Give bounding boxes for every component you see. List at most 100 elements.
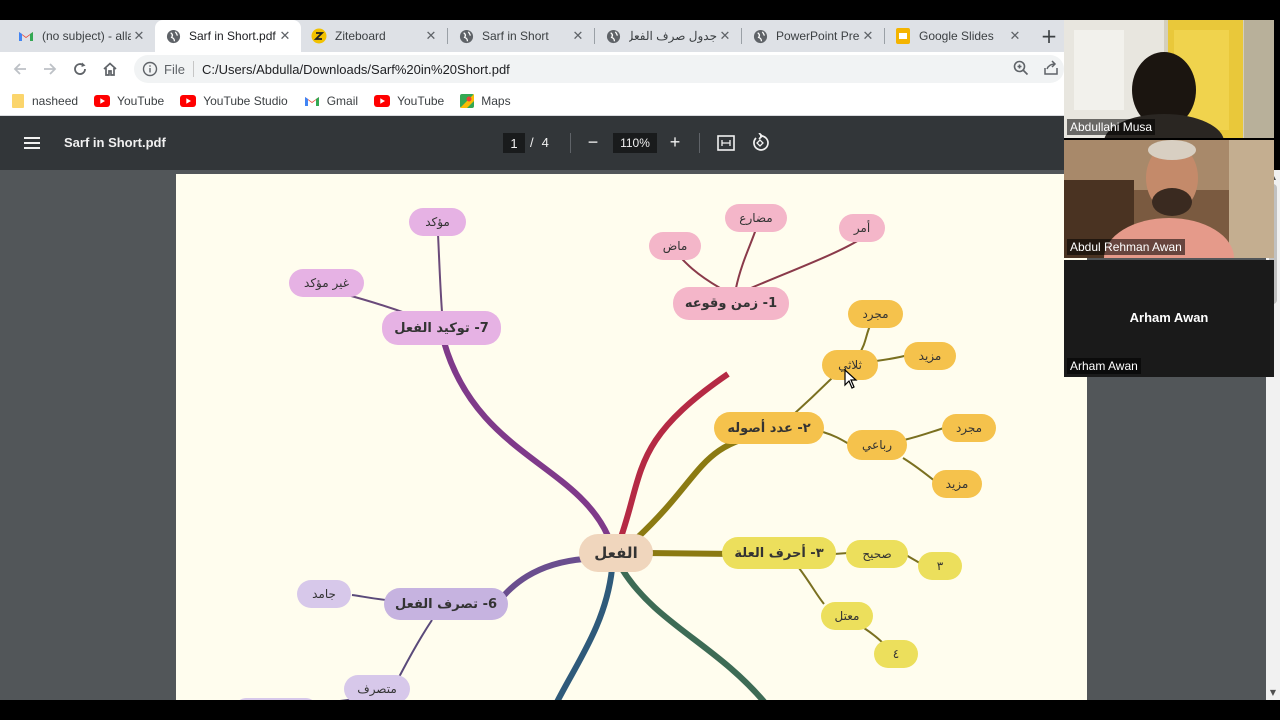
pdf-toolbar: Sarf in Short.pdf 1 /4 − 110% + (0, 116, 1064, 170)
reload-icon[interactable] (69, 58, 91, 80)
node-3-main: ٣- أحرف العلة (722, 537, 836, 569)
node-2-mazid-2: مزيد (932, 470, 982, 498)
node-1-amr: أمر (839, 214, 885, 242)
branch-1 (613, 371, 730, 553)
node-7-ghayr: غير مؤكد (289, 269, 364, 297)
home-icon[interactable] (99, 58, 121, 80)
new-tab-button[interactable]: + (1036, 20, 1062, 52)
scroll-down-icon[interactable]: ▼ (1266, 686, 1280, 700)
tab-label: (no subject) - alla (42, 29, 131, 43)
share-icon[interactable] (1042, 59, 1060, 77)
node-1-madi: ماض (649, 232, 701, 260)
screen: (no subject) - alla ✕ Sarf in Short.pdf … (0, 0, 1280, 720)
participant-display-name: Arham Awan (1129, 310, 1209, 325)
participant-tile-2[interactable]: Abdul Rehman Awan (1064, 140, 1274, 258)
bookmark-youtube-studio[interactable]: YouTube Studio (180, 94, 288, 108)
bookmarks-bar: nasheed YouTube YouTube Studio Gmail You… (0, 86, 1064, 116)
url-scheme: File (164, 61, 185, 77)
menu-icon[interactable] (22, 133, 42, 153)
mouse-cursor-icon (844, 369, 858, 389)
globe-icon (458, 28, 474, 44)
participant-tile-3[interactable]: Arham Awan Arham Awan (1064, 260, 1274, 377)
branch-6 (493, 556, 585, 607)
node-3-sahih: صحيح (846, 540, 908, 568)
browser-tab-strip: (no subject) - alla ✕ Sarf in Short.pdf … (0, 20, 1064, 52)
participant-name: Abdullahi Musa (1067, 119, 1156, 135)
browser-toolbar: File C:/Users/Abdulla/Downloads/Sarf%20i… (0, 52, 1064, 86)
tab-ziteboard[interactable]: Ziteboard ✕ (301, 20, 447, 52)
node-2-rubai: رباعي (847, 430, 907, 460)
bookmark-youtube-2[interactable]: YouTube (374, 94, 444, 108)
node-7-main: 7- توكيد الفعل (382, 311, 501, 345)
tab-google-slides[interactable]: Google Slides ✕ (885, 20, 1031, 52)
node-7-muakkad: مؤكد (409, 208, 466, 236)
tab-arabic-table[interactable]: جدول صرف الفعل ✕ (595, 20, 741, 52)
zoom-in-button[interactable]: + (666, 133, 684, 153)
bookmark-nasheed[interactable]: nasheed (12, 93, 78, 108)
tab-powerpoint[interactable]: PowerPoint Prese ✕ (742, 20, 884, 52)
back-icon[interactable] (9, 58, 31, 80)
node-2-main: ٢- عدد أصوله (714, 412, 824, 444)
slides-icon (895, 28, 911, 44)
close-icon[interactable]: ✕ (277, 28, 293, 44)
node-6-mutasarrif: متصرف (344, 675, 410, 703)
close-icon[interactable]: ✕ (717, 28, 733, 44)
participant-name: Arham Awan (1067, 358, 1141, 374)
tab-label: جدول صرف الفعل (629, 29, 717, 43)
node-1-mudari: مضارع (725, 204, 787, 232)
close-icon[interactable]: ✕ (423, 28, 439, 44)
maps-icon (460, 93, 475, 108)
node-6-jamid: جامد (297, 580, 351, 608)
zoom-icon[interactable] (1012, 59, 1030, 77)
bookmark-maps[interactable]: Maps (460, 93, 511, 108)
node-3-four: ٤ (874, 640, 918, 668)
gmail-icon (304, 95, 320, 107)
close-icon[interactable]: ✕ (570, 28, 586, 44)
close-icon[interactable]: ✕ (1007, 28, 1023, 44)
tab-label: Sarf in Short.pdf (189, 29, 276, 43)
forward-icon[interactable] (39, 58, 61, 80)
tab-label: Google Slides (919, 29, 994, 43)
info-icon[interactable] (142, 61, 158, 77)
page-count: /4 (530, 135, 549, 150)
branch-5 (553, 568, 615, 704)
node-2-mujarrad-1: مجرد (848, 300, 903, 328)
pdf-title: Sarf in Short.pdf (64, 135, 166, 150)
node-2-mazid-1: مزيد (904, 342, 956, 370)
node-1-main: 1- زمن وقوعه (673, 287, 789, 320)
page-number-input[interactable]: 1 (503, 133, 525, 153)
globe-icon (165, 28, 181, 44)
address-bar[interactable]: File C:/Users/Abdulla/Downloads/Sarf%20i… (134, 55, 1064, 83)
youtube-icon (180, 94, 197, 107)
bookmark-gmail[interactable]: Gmail (304, 94, 358, 108)
bottom-bar (0, 700, 1280, 720)
pdf-page: الفعل 1- زمن وقوعه ماض مضارع أمر ٢- عدد … (176, 174, 1087, 704)
globe-icon (605, 28, 621, 44)
participant-name: Abdul Rehman Awan (1067, 239, 1185, 255)
youtube-icon (374, 94, 391, 107)
bookmark-youtube[interactable]: YouTube (94, 94, 164, 108)
globe-icon (752, 28, 768, 44)
youtube-icon (94, 94, 111, 107)
participant-tile-1[interactable]: Abdullahi Musa (1064, 20, 1274, 138)
branch-2 (633, 429, 775, 542)
close-icon[interactable]: ✕ (860, 28, 876, 44)
node-6-main: 6- تصرف الفعل (384, 588, 508, 620)
tab-label: Sarf in Short (482, 29, 549, 43)
node-2-mujarrad-2: مجرد (942, 414, 996, 442)
tab-label: Ziteboard (335, 29, 386, 43)
zoom-out-button[interactable]: − (584, 133, 602, 153)
tab-label: PowerPoint Prese (776, 29, 860, 43)
tab-sarf-pdf[interactable]: Sarf in Short.pdf ✕ (155, 20, 301, 52)
fit-page-icon[interactable] (716, 133, 736, 153)
close-icon[interactable]: ✕ (131, 28, 147, 44)
url-text[interactable]: C:/Users/Abdulla/Downloads/Sarf%20in%20S… (202, 62, 510, 77)
node-3-three: ٣ (918, 552, 962, 580)
gmail-icon (18, 28, 34, 44)
node-center: الفعل (579, 534, 653, 572)
zoom-level-input[interactable]: 110% (613, 133, 657, 153)
tab-gmail[interactable]: (no subject) - alla ✕ (8, 20, 155, 52)
rotate-icon[interactable] (750, 133, 770, 153)
folder-icon (12, 93, 25, 108)
tab-sarf-in-short[interactable]: Sarf in Short ✕ (448, 20, 594, 52)
